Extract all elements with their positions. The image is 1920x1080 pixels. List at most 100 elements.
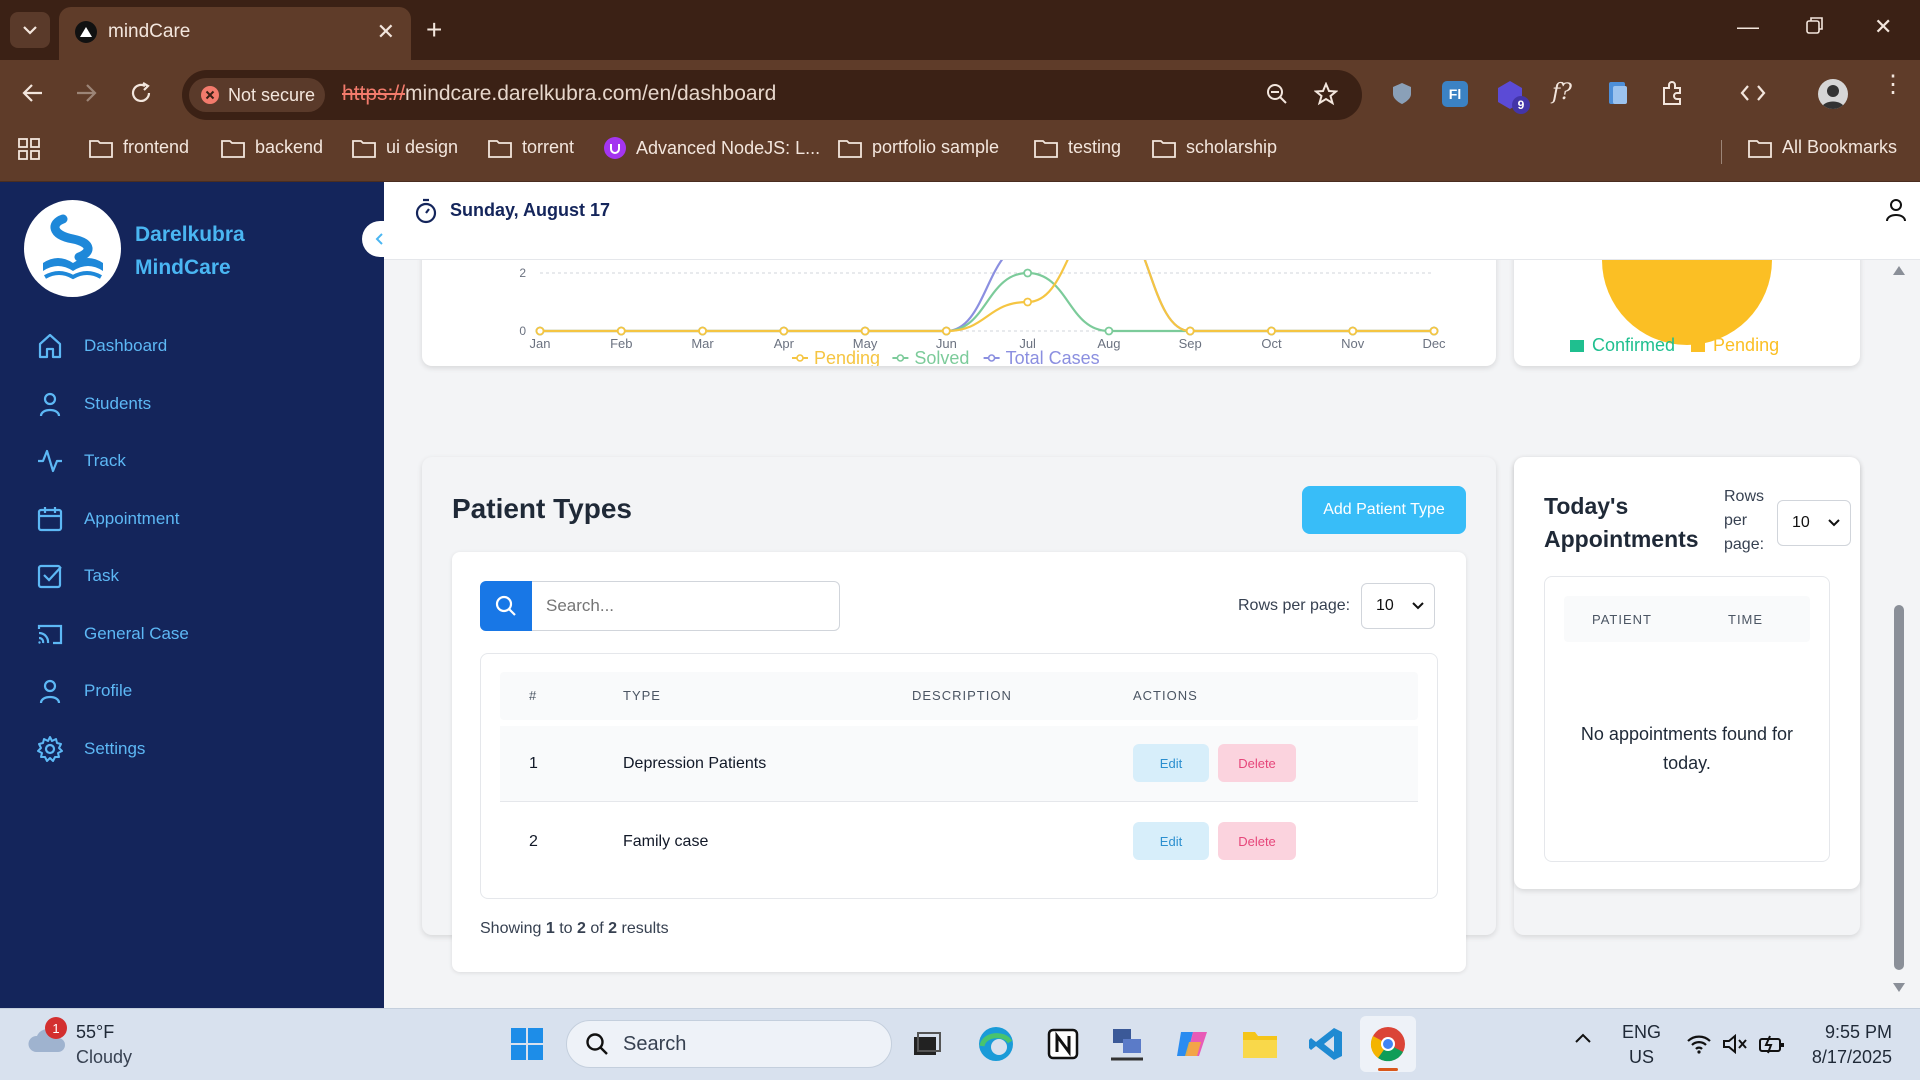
bookmark-star-icon[interactable] <box>1314 82 1338 106</box>
not-secure-label: Not secure <box>228 84 316 105</box>
edit-button[interactable]: Edit <box>1133 822 1209 860</box>
sidebar-item-track[interactable]: Track <box>36 447 126 475</box>
taskbar-search[interactable]: Search <box>566 1020 892 1068</box>
mindcare-logo <box>24 200 121 297</box>
zoom-icon[interactable] <box>1266 83 1288 105</box>
menu-dots-icon[interactable]: ⋮ <box>1881 73 1905 97</box>
network-app-icon[interactable] <box>1107 1024 1147 1064</box>
windows-start-icon[interactable] <box>507 1024 547 1064</box>
tab-close-icon[interactable]: ✕ <box>377 19 395 45</box>
folder-icon <box>488 138 512 158</box>
reload-icon[interactable] <box>130 82 152 104</box>
tab-mindcare[interactable]: mindCare ✕ <box>59 7 411 60</box>
tab-search-button[interactable] <box>10 12 50 48</box>
speaker-muted-icon[interactable] <box>1722 1034 1748 1054</box>
legend-marker <box>796 354 804 362</box>
bookmark-label: torrent <box>522 137 575 157</box>
add-patient-type-button[interactable]: Add Patient Type <box>1302 486 1466 534</box>
chevron-down-icon <box>23 26 37 35</box>
scrollbar-thumb[interactable] <box>1894 605 1904 970</box>
minimize-icon[interactable]: — <box>1737 14 1759 40</box>
section-title: Patient Types <box>452 493 632 524</box>
bookmark-frontend[interactable]: frontend <box>89 137 189 158</box>
vscode-icon[interactable] <box>1306 1024 1346 1064</box>
chevron-down-icon <box>1828 519 1840 527</box>
copilot-icon[interactable] <box>1173 1024 1213 1064</box>
bookmark-label: portfolio sample <box>872 137 1000 157</box>
task-view-icon[interactable] <box>907 1024 947 1064</box>
forward-arrow-icon[interactable] <box>75 82 97 104</box>
appointments-rows-select[interactable]: 10 <box>1777 500 1851 546</box>
bookmark-ui-design[interactable]: ui design <box>352 137 458 158</box>
restore-icon[interactable] <box>1806 16 1824 34</box>
delete-button[interactable]: Delete <box>1218 744 1296 782</box>
bookmark-portfolio-sample[interactable]: portfolio sample <box>838 137 999 158</box>
bookmark-testing[interactable]: testing <box>1034 137 1121 158</box>
font-extension-icon[interactable]: Fl <box>1442 81 1468 107</box>
column-header-description: DESCRIPTION <box>912 688 1012 703</box>
user-menu-icon[interactable] <box>1885 198 1907 222</box>
brand-line1: Darelkubra <box>135 223 245 246</box>
warning-icon <box>201 86 219 104</box>
x-tick-label: Oct <box>1261 336 1282 351</box>
weather-widget[interactable]: 55°F Cloudy <box>76 1020 132 1070</box>
bookmark-advanced-nodejs[interactable]: Advanced NodeJS: L... <box>604 137 820 159</box>
appointments-title-line2: Appointments <box>1544 526 1699 552</box>
sidebar-item-profile[interactable]: Profile <box>36 677 132 705</box>
x-tick-label: Sep <box>1179 336 1202 351</box>
edit-button[interactable]: Edit <box>1133 744 1209 782</box>
extension-badge: 9 <box>1512 96 1530 114</box>
chevron-up-icon[interactable] <box>1574 1032 1592 1044</box>
formula-extension-icon[interactable]: f? <box>1552 80 1572 105</box>
search-input[interactable] <box>532 581 840 631</box>
folder-icon <box>221 138 245 158</box>
sidebar-item-task[interactable]: Task <box>36 562 119 590</box>
sidebar-item-students[interactable]: Students <box>36 390 151 418</box>
bookmark-backend[interactable]: backend <box>221 137 323 158</box>
bookmark-torrent[interactable]: torrent <box>488 137 574 158</box>
chrome-icon[interactable] <box>1368 1024 1408 1064</box>
series-line-solved <box>540 271 1434 333</box>
x-tick-label: Aug <box>1097 336 1120 351</box>
notion-icon[interactable] <box>1043 1024 1083 1064</box>
legend-marker <box>987 354 996 362</box>
sidebar-item-dashboard[interactable]: Dashboard <box>36 332 167 360</box>
rows-per-page-select[interactable]: 10 <box>1361 583 1435 629</box>
window-close-icon[interactable]: ✕ <box>1874 14 1892 40</box>
new-tab-button[interactable]: + <box>426 14 442 46</box>
battery-charging-icon[interactable] <box>1758 1034 1786 1054</box>
code-icon[interactable] <box>1740 82 1766 104</box>
edge-icon[interactable] <box>976 1024 1016 1064</box>
data-point <box>616 326 626 336</box>
not-secure-chip[interactable]: Not secure <box>189 78 325 112</box>
sidebar-item-label: Dashboard <box>84 336 168 355</box>
clock[interactable]: 9:55 PM 8/17/2025 <box>1800 1020 1892 1070</box>
legend-swatch-confirmed <box>1570 339 1584 352</box>
extensions-puzzle-icon[interactable] <box>1660 80 1686 106</box>
sidebar-item-general-case[interactable]: General Case <box>36 620 189 648</box>
calendar-icon <box>36 505 64 533</box>
language-indicator[interactable]: ENG US <box>1622 1020 1661 1070</box>
all-bookmarks[interactable]: All Bookmarks <box>1748 137 1897 158</box>
apps-grid-icon[interactable] <box>18 138 40 160</box>
sidebar-item-appointment[interactable]: Appointment <box>36 505 179 533</box>
scroll-down-icon[interactable] <box>1892 982 1906 994</box>
weather-badge: 1 <box>45 1017 67 1039</box>
search-button[interactable] <box>480 581 532 631</box>
back-arrow-icon[interactable] <box>22 82 44 104</box>
docs-extension-icon[interactable] <box>1607 80 1629 106</box>
series-line-pending <box>540 260 1434 333</box>
sidebar-item-settings[interactable]: Settings <box>36 735 145 763</box>
url-text[interactable]: https://mindcare.darelkubra.com/en/dashb… <box>342 82 776 106</box>
bookmark-scholarship[interactable]: scholarship <box>1152 137 1277 158</box>
file-explorer-icon[interactable] <box>1240 1024 1280 1064</box>
wifi-icon[interactable] <box>1686 1034 1712 1054</box>
sidebar-item-label: Task <box>84 566 119 585</box>
data-point <box>1348 326 1358 336</box>
delete-button[interactable]: Delete <box>1218 822 1296 860</box>
scroll-up-icon[interactable] <box>1892 264 1906 276</box>
profile-avatar[interactable] <box>1818 79 1848 109</box>
appointments-rows-value: 10 <box>1792 514 1810 531</box>
row-number: 2 <box>529 833 538 850</box>
shield-extension-icon[interactable] <box>1391 82 1413 106</box>
